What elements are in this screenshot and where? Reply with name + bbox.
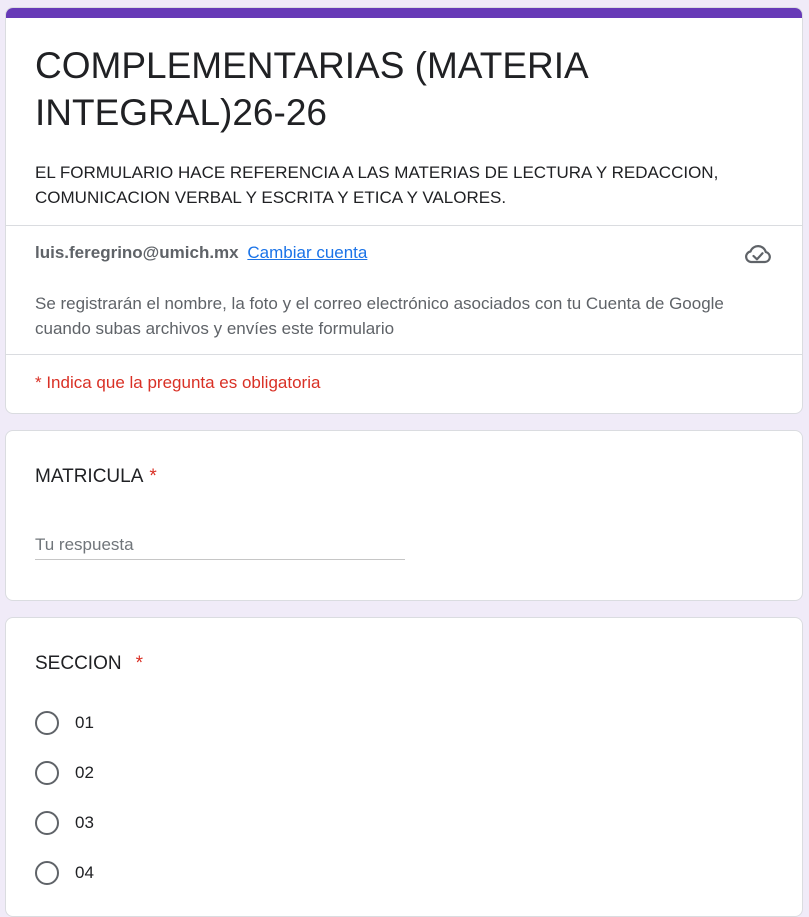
account-row: luis.feregrino@umich.mx Cambiar cuenta — [35, 241, 775, 265]
divider — [6, 354, 802, 355]
radio-option-04[interactable]: 04 — [35, 859, 94, 887]
radio-label: 03 — [75, 813, 94, 832]
question-title: MATRICULA * — [35, 465, 157, 489]
question-card-matricula: MATRICULA * — [5, 430, 803, 601]
question-card-seccion: SECCION * 01 02 03 04 — [5, 617, 803, 917]
matricula-input[interactable] — [35, 531, 405, 560]
radio-button[interactable] — [35, 811, 59, 835]
cloud-check-icon — [743, 241, 773, 267]
form-header-card: COMPLEMENTARIAS (MATERIA INTEGRAL)26-26 … — [5, 7, 803, 414]
required-note: * Indica que la pregunta es obligatoria — [35, 373, 321, 392]
required-asterisk: * — [135, 653, 143, 674]
radio-button[interactable] — [35, 761, 59, 785]
privacy-note: Se registrarán el nombre, la foto y el c… — [35, 294, 724, 338]
form-description: EL FORMULARIO HACE REFERENCIA A LAS MATE… — [35, 163, 719, 207]
question-title-text: SECCION — [35, 653, 122, 674]
question-title: SECCION * — [35, 652, 143, 676]
radio-button[interactable] — [35, 861, 59, 885]
radio-option-02[interactable]: 02 — [35, 759, 94, 787]
switch-account-link[interactable]: Cambiar cuenta — [247, 243, 367, 262]
radio-label: 04 — [75, 863, 94, 882]
radio-label: 02 — [75, 763, 94, 782]
divider — [6, 225, 802, 226]
accent-bar — [6, 8, 802, 18]
radio-button[interactable] — [35, 711, 59, 735]
radio-option-03[interactable]: 03 — [35, 809, 94, 837]
account-email: luis.feregrino@umich.mx — [35, 243, 239, 262]
radio-label: 01 — [75, 713, 94, 732]
radio-option-01[interactable]: 01 — [35, 709, 94, 737]
question-title-text: MATRICULA — [35, 466, 144, 487]
form-title: COMPLEMENTARIAS (MATERIA INTEGRAL)26-26 — [35, 45, 587, 133]
required-asterisk: * — [149, 466, 157, 487]
